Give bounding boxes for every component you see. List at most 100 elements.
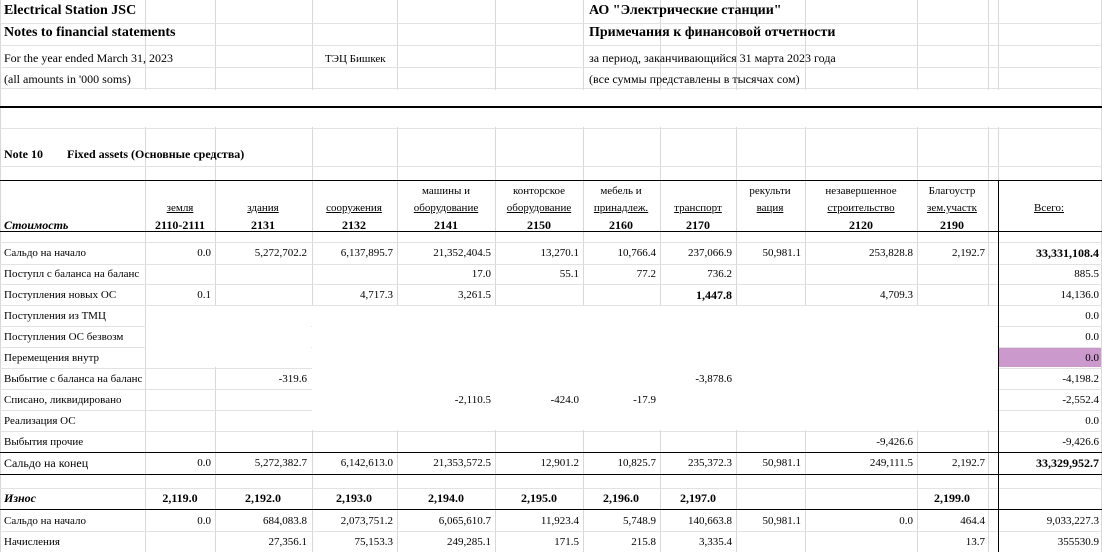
table-cell: 0.0 [1085,352,1099,364]
table-cell: 2,192.7 [952,457,985,469]
period-en: For the year ended March 31, 2023 [4,51,173,65]
table-cell: 3,261.5 [458,289,491,301]
section-border [0,106,1102,108]
table-cell: 3,335.4 [699,536,732,548]
table-cell: 885.5 [1074,268,1099,280]
depreciation-code: 2,199.0 [934,491,970,505]
table-cell: 50,981.1 [762,457,802,469]
table-cell: 0.0 [197,247,211,259]
table-cell: 27,356.1 [268,536,308,548]
table-cell: 14,136.0 [1060,289,1100,301]
grid-line [0,242,1102,243]
table-cell: 1,447.8 [696,288,732,302]
table-cell: -9,426.6 [876,436,913,448]
grid-line [0,88,1102,89]
table-cell: 684,083.8 [263,515,307,527]
depreciation-section-label: Износ [4,491,37,505]
row-label: Реализация ОС [4,415,76,427]
table-cell: 0.0 [1085,415,1099,427]
grid-line [0,431,1102,432]
table-cell: -4,198.2 [1062,373,1099,385]
note-number: Note 10 [4,147,43,161]
plant-name: ТЭЦ Бишкек [325,53,386,65]
table-cell: 50,981.1 [762,515,802,527]
table-cell: 9,033,227.3 [1046,515,1099,527]
row-label: Поступления новых ОС [4,289,117,301]
table-cell: 33,329,952.7 [1036,456,1099,470]
row-label: Перемещения внутр [4,352,100,364]
amounts-note-ru: (все суммы представлены в тысячах сом) [589,72,800,86]
table-cell: 0.0 [197,457,211,469]
column-header-name: зем.участк [927,202,977,214]
grid-line [0,0,1,552]
table-cell: 355530.9 [1057,536,1099,548]
row-label: Выбытия прочие [4,436,84,448]
table-cell: 17.0 [471,268,491,280]
depreciation-code: 2,192.0 [245,491,281,505]
table-cell: 0.0 [197,515,211,527]
table-cell: 464.4 [960,515,985,527]
table-cell: -2,552.4 [1062,394,1099,406]
period-ru: за период, заканчивающийся 31 марта 2023… [589,51,836,65]
amounts-note-en: (all amounts in '000 soms) [4,72,131,86]
depreciation-code: 2,193.0 [336,491,372,505]
table-cell: 0.1 [197,289,211,301]
grid-line [0,67,1102,68]
grid-line [0,23,1102,24]
depreciation-code: 2,194.0 [428,491,464,505]
note-title: Fixed assets (Основные средства) [67,147,245,161]
table-cell: 75,153.3 [354,536,394,548]
table-cell: 33,331,108.4 [1036,246,1099,260]
table-cell: 2,192.7 [952,247,985,259]
row-label: Сальдо на начало [4,247,87,259]
table-cell: 0.0 [1085,331,1099,343]
row-label: Сальдо на конец [4,456,89,470]
table-cell: 2,073,751.2 [340,515,393,527]
table-cell: 6,065,610.7 [438,515,491,527]
table-cell: 4,717.3 [360,289,393,301]
table-top-border [0,180,1102,181]
total-top-border [0,452,1102,453]
grid-line [988,0,989,552]
table-cell: 13.7 [965,536,985,548]
blank-area [312,306,997,430]
blank-area [146,306,311,367]
table-cell: 21,352,404.5 [433,247,491,259]
table-cell: -3,878.6 [695,373,732,385]
table-cell: 249,285.1 [447,536,491,548]
grid-line [0,531,1102,532]
row-label: Выбытие с баланса на баланс [4,373,143,385]
table-cell: 50,981.1 [762,247,802,259]
grid-line [0,166,1102,167]
table-cell: -17.9 [633,394,656,406]
total-bottom-border [0,474,1102,475]
grid-line [0,45,1102,46]
table-cell: 6,142,613.0 [340,457,393,469]
table-cell: -319.6 [278,373,307,385]
grid-line [0,128,1102,129]
table-cell: 6,137,895.7 [340,247,393,259]
row-label: Начисления [4,536,60,548]
company-name-ru: АО "Электрические станции" [589,3,782,18]
column-code: 2190 [940,218,964,232]
table-cell: 21,353,572.5 [433,457,491,469]
notes-title-ru: Примечания к финансовой отчетности [589,25,836,40]
depr-header-border [0,509,1102,510]
row-label: Поступления ОС безвозм [4,331,124,343]
grid-line [0,488,1102,489]
column-header-line1: Благоустр [928,185,976,197]
table-cell: -2,110.5 [454,394,491,406]
table-cell: 5,272,702.2 [254,247,307,259]
row-label: Списано, ликвидировано [4,394,122,406]
column-header-line1: мебель и [600,185,642,197]
grid-line [805,0,806,552]
table-cell: 5,272,382.7 [254,457,307,469]
spreadsheet: Electrical Station JSC Notes to financia… [0,0,1102,552]
table-cell: 0.0 [1085,310,1099,322]
row-label: Сальдо на начало [4,515,87,527]
cost-section-label: Стоимость [4,218,69,232]
grid-line [0,284,1102,285]
table-cell: 736.2 [707,268,732,280]
company-name-en: Electrical Station JSC [4,3,137,18]
grid-line [0,264,1102,265]
